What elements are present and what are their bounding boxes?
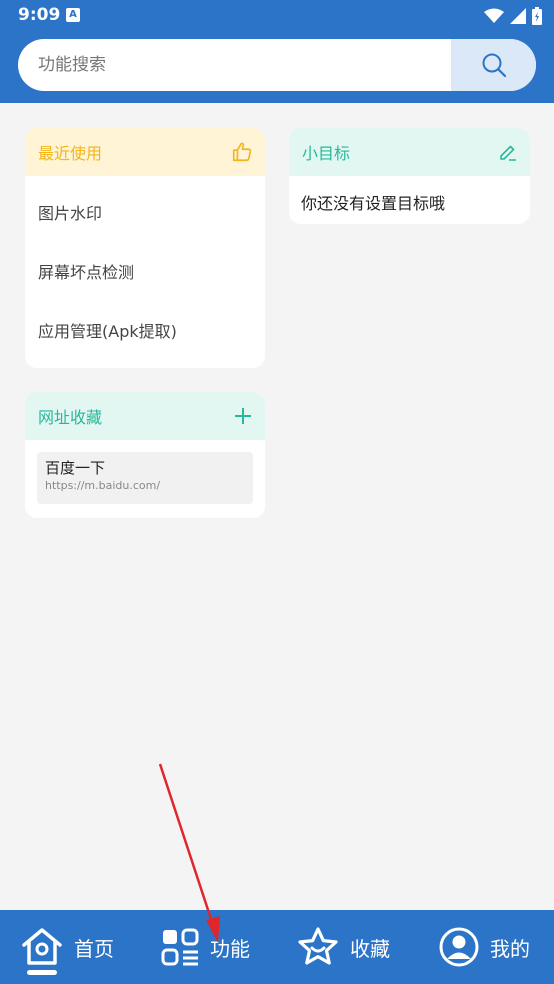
bookmark-url: https://m.baidu.com/ [45,479,161,492]
recent-use-header: 最近使用 [25,128,265,176]
edit-icon[interactable] [498,142,518,162]
search-input[interactable] [18,39,451,91]
nav-mine-label: 我的 [490,936,530,961]
add-icon[interactable] [233,406,253,426]
small-goal-empty-text: 你还没有设置目标哦 [301,194,446,213]
home-icon [22,928,62,965]
active-tab-indicator [27,970,57,975]
recent-item-watermark[interactable]: 图片水印 [25,184,265,243]
nav-favorites[interactable]: 收藏 [296,910,390,984]
url-bookmark-card: 网址收藏 百度一下 https://m.baidu.com/ [25,392,265,518]
small-goal-title: 小目标 [302,144,351,163]
nav-functions-label: 功能 [210,936,250,961]
recent-use-card: 最近使用 图片水印 屏幕坏点检测 应用管理(Apk提取) [25,128,265,368]
notification-a-icon: A [66,8,80,22]
thumbs-up-icon [232,142,252,162]
star-icon [298,927,338,965]
bookmark-item[interactable]: 百度一下 https://m.baidu.com/ [37,452,253,504]
battery-icon [532,7,542,25]
url-bookmark-header: 网址收藏 [25,392,265,440]
header-bar: 9:09 A [0,0,554,103]
recent-item-app-manager[interactable]: 应用管理(Apk提取) [25,302,265,361]
user-avatar-icon [439,927,479,967]
wifi-icon [484,8,504,23]
apps-grid-icon [161,928,199,966]
nav-mine[interactable]: 我的 [438,910,530,984]
bookmark-title: 百度一下 [45,459,106,477]
search-icon [482,53,506,78]
small-goal-header: 小目标 [289,128,530,176]
status-time: 9:09 [18,5,61,25]
url-bookmark-title: 网址收藏 [38,408,103,427]
status-bar: 9:09 A [0,0,554,32]
recent-item-dead-pixel[interactable]: 屏幕坏点检测 [25,243,265,302]
signal-icon [510,8,526,24]
search-bar [18,39,536,91]
bottom-navigation: 首页 功能 收藏 我的 [0,910,554,984]
status-icons [484,6,542,26]
search-button[interactable] [451,39,536,91]
nav-home-label: 首页 [74,936,114,961]
app-screen: 9:09 A 最近使用 图片水印 [0,0,554,984]
recent-use-title: 最近使用 [38,144,103,163]
nav-functions[interactable]: 功能 [160,910,250,984]
nav-favorites-label: 收藏 [350,936,390,961]
recent-use-list: 图片水印 屏幕坏点检测 应用管理(Apk提取) [25,176,265,361]
small-goal-card: 小目标 你还没有设置目标哦 [289,128,530,224]
